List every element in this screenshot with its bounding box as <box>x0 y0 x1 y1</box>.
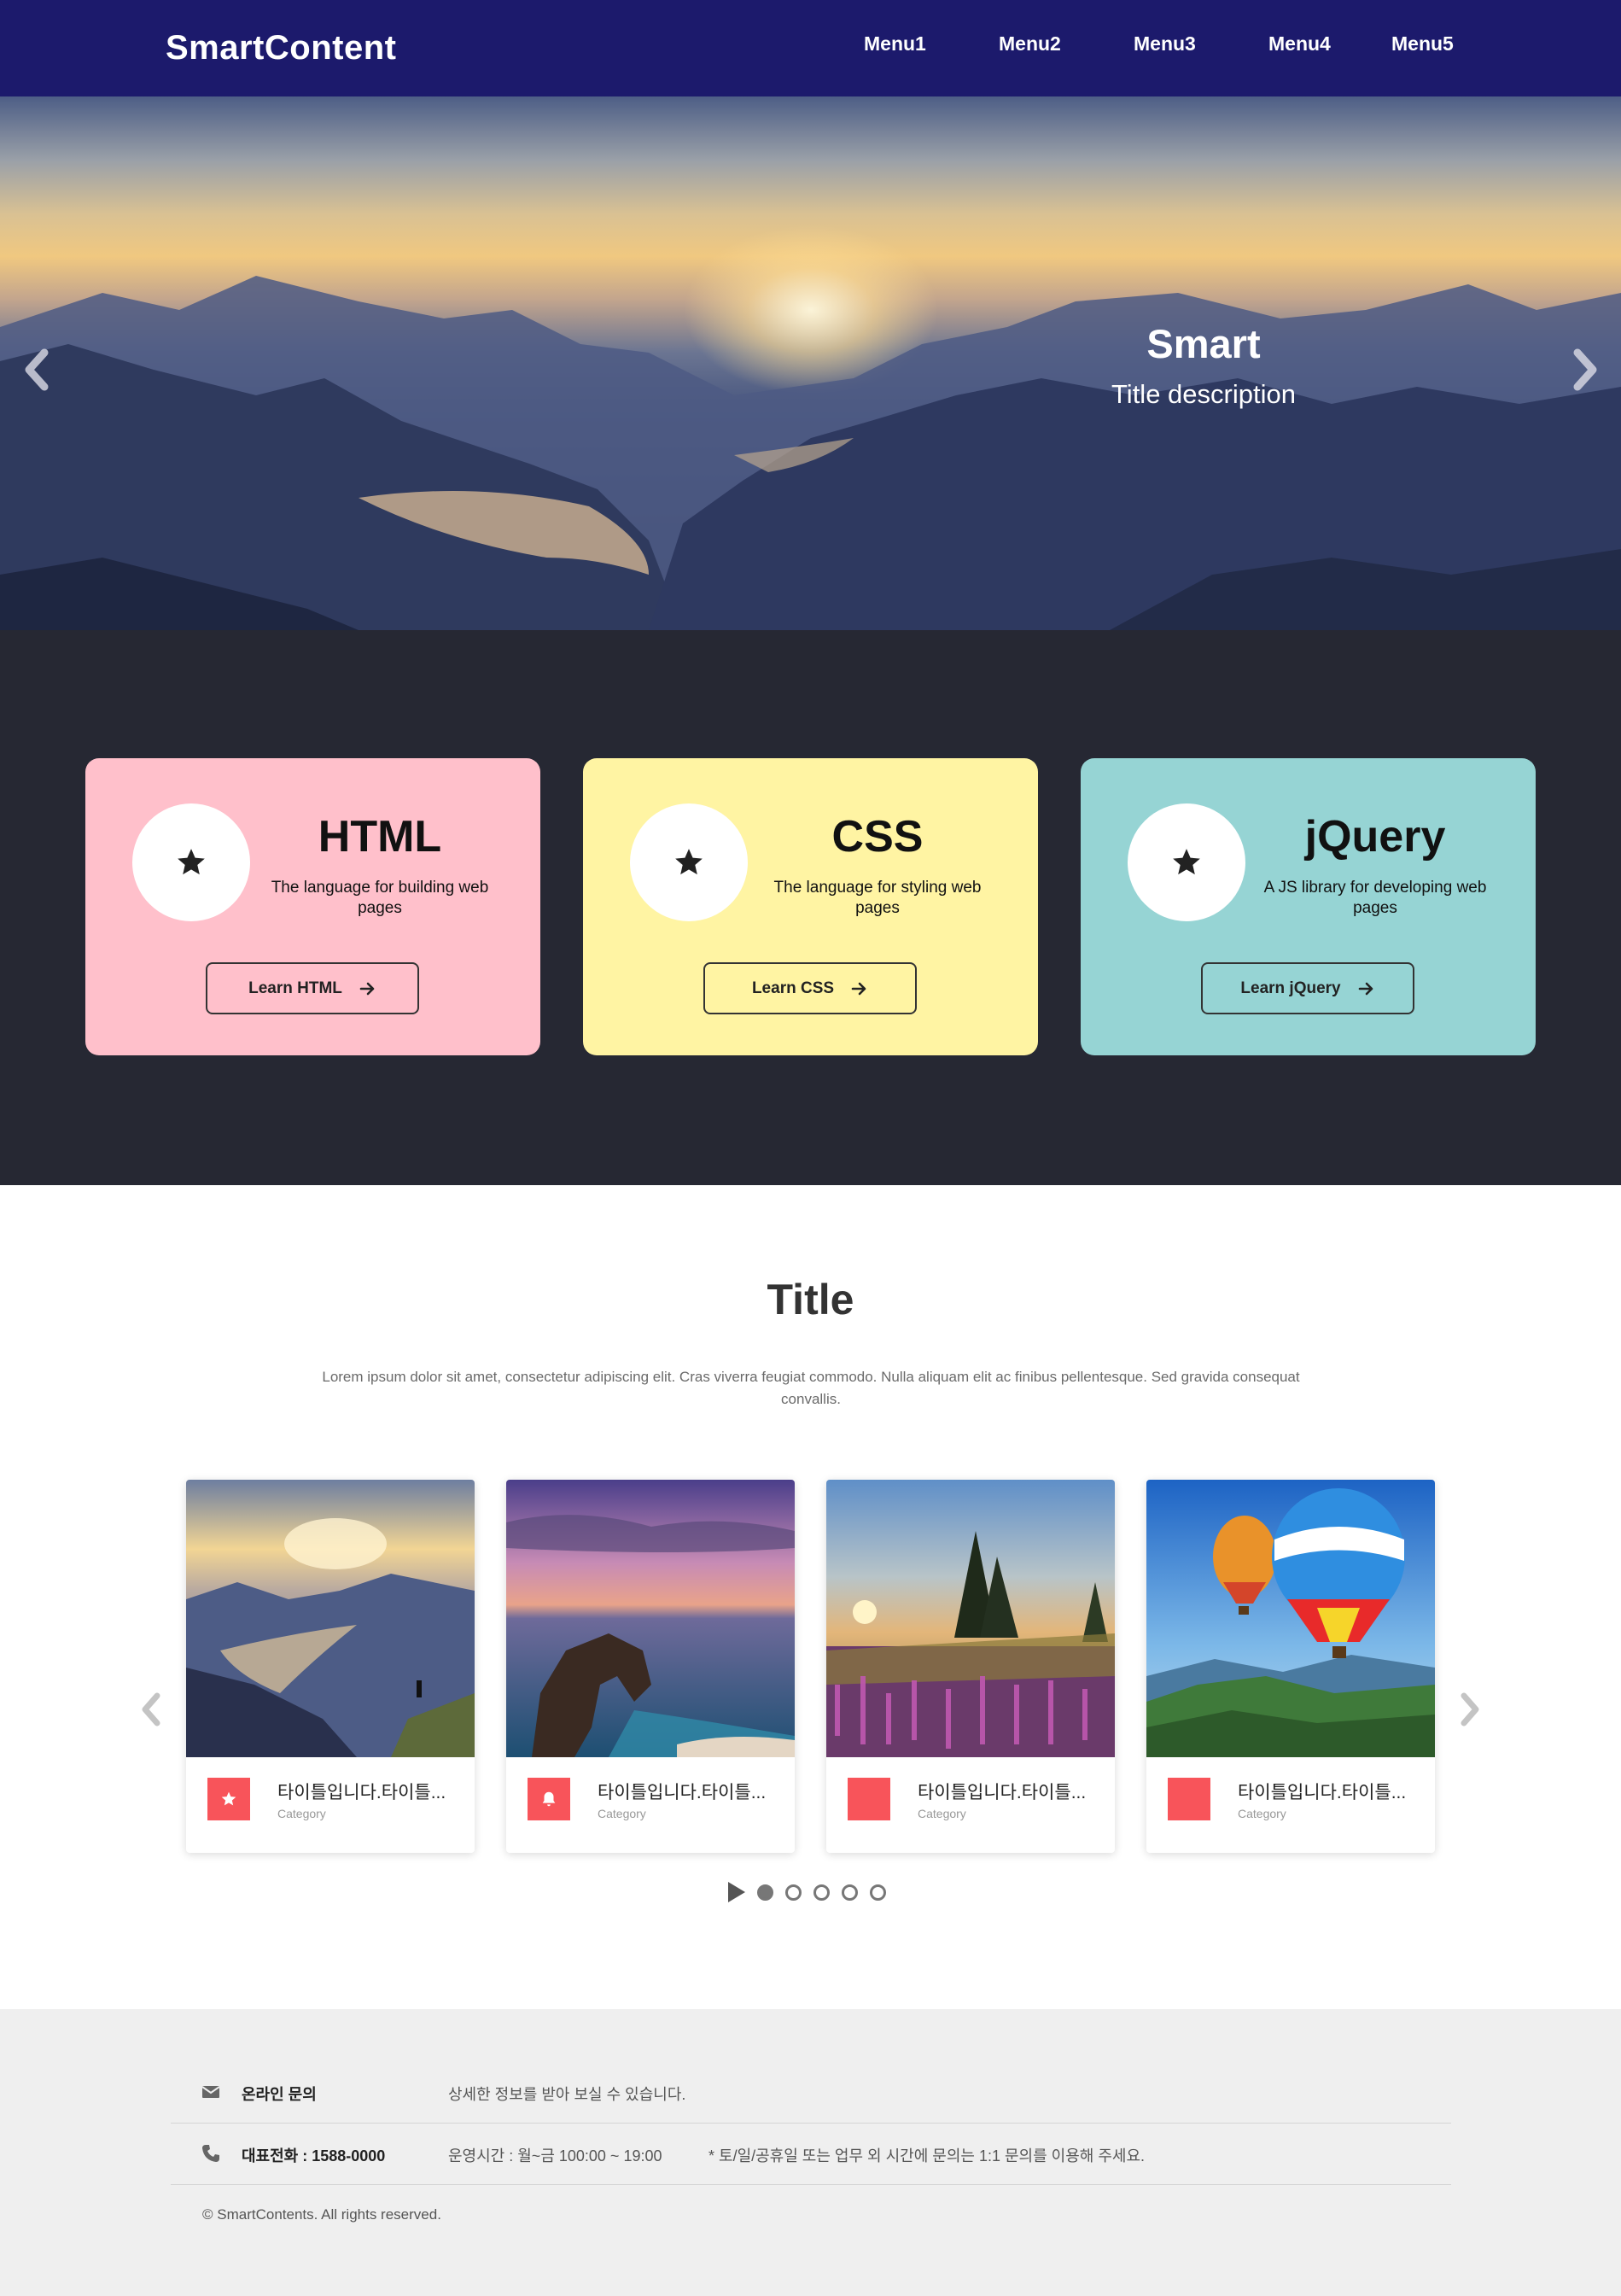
card-icon-circle <box>132 803 250 921</box>
footer-inquiry-label[interactable]: 온라인 문의 <box>242 2083 317 2105</box>
card-description: The language for styling web pages <box>773 879 982 917</box>
footer-inquiry-row: 온라인 문의 상세한 정보를 받아 보실 수 있습니다. <box>171 2061 1451 2123</box>
footer-phone-row: 대표전화 : 1588-0000 운영시간 : 월~금 100:00 ~ 19:… <box>171 2123 1451 2184</box>
button-label: Learn CSS <box>751 979 835 997</box>
gallery-badge <box>1168 1778 1210 1820</box>
card-title: jQuery <box>1304 812 1446 862</box>
gallery-dot-3[interactable] <box>813 1884 830 1901</box>
gallery-card[interactable]: 타이틀입니다.타이틀... Category <box>506 1480 795 1853</box>
learn-jquery-button[interactable]: Learn jQuery <box>1201 962 1414 1014</box>
star-icon <box>1173 849 1200 875</box>
gallery-image-sea-arch <box>506 1480 795 1757</box>
footer-inquiry-text: 상세한 정보를 받아 보실 수 있습니다. <box>448 2086 686 2103</box>
gallery-card-category: Category <box>1238 1807 1286 1820</box>
gallery-dot-5[interactable] <box>870 1884 886 1901</box>
learn-html-button[interactable]: Learn HTML <box>206 962 419 1014</box>
copyright: © SmartContents. All rights reserved. <box>202 2206 441 2223</box>
nav-menu-4[interactable]: Menu4 <box>1268 32 1331 56</box>
play-icon[interactable] <box>728 1882 745 1902</box>
gallery-dot-1[interactable] <box>757 1884 773 1901</box>
gallery-next-arrow-icon[interactable] <box>1455 1691 1484 1728</box>
section-title: Title <box>767 1276 854 1323</box>
gallery-dot-4[interactable] <box>842 1884 858 1901</box>
card-jquery: jQuery A JS library for developing web p… <box>1081 758 1536 1055</box>
main-nav: Menu1 Menu2 Menu3 Menu4 Menu5 <box>0 32 1621 61</box>
gallery-badge <box>207 1778 250 1820</box>
learn-css-button[interactable]: Learn CSS <box>703 962 917 1014</box>
button-label: Learn HTML <box>248 979 342 997</box>
hero-next-arrow-icon[interactable] <box>1569 344 1603 395</box>
gallery-image-flower-field <box>826 1480 1115 1757</box>
card-css: CSS The language for styling web pages L… <box>583 758 1038 1055</box>
hero-slider: Smart Title description <box>0 96 1621 630</box>
gallery-card-category: Category <box>277 1807 326 1820</box>
envelope-icon <box>201 2086 220 2098</box>
arrow-right-icon <box>1358 982 1373 995</box>
section-description: Lorem ipsum dolor sit amet, consectetur … <box>322 1369 1300 1407</box>
gallery-image-hot-air-balloons <box>1146 1480 1435 1757</box>
gallery-badge <box>528 1778 570 1820</box>
card-title: HTML <box>318 812 442 862</box>
nav-menu-2[interactable]: Menu2 <box>999 32 1061 56</box>
gallery-pagination <box>728 1882 886 1902</box>
nav-menu-1[interactable]: Menu1 <box>864 32 926 56</box>
hero-description: Title description <box>1111 379 1296 409</box>
footer-divider <box>171 2184 1451 2185</box>
footer-hours-note: * 토/일/공휴일 또는 업무 외 시간에 문의는 1:1 문의를 이용해 주세… <box>708 2147 1146 2165</box>
site-header: SmartContent Menu1 Menu2 Menu3 Menu4 Men… <box>0 0 1621 96</box>
phone-icon <box>202 2145 219 2162</box>
hero-prev-arrow-icon[interactable] <box>19 344 53 395</box>
gallery-card-title: 타이틀입니다.타이틀... <box>277 1783 446 1802</box>
footer-phone-label: 대표전화 : 1588-0000 <box>242 2147 386 2165</box>
arrow-right-icon <box>359 982 375 995</box>
card-description: A JS library for developing web pages <box>1263 879 1487 917</box>
gallery-card[interactable]: 타이틀입니다.타이틀... Category <box>826 1480 1115 1853</box>
card-icon-circle <box>630 803 748 921</box>
gallery-card-title: 타이틀입니다.타이틀... <box>1238 1783 1407 1802</box>
bell-icon <box>542 1791 556 1807</box>
gallery-dot-2[interactable] <box>785 1884 802 1901</box>
card-icon-circle <box>1128 803 1245 921</box>
gallery-card-title: 타이틀입니다.타이틀... <box>918 1783 1087 1802</box>
star-icon <box>675 849 703 875</box>
card-html: HTML The language for building web pages… <box>85 758 540 1055</box>
gallery-prev-arrow-icon[interactable] <box>137 1691 166 1728</box>
gallery-badge <box>848 1778 890 1820</box>
gallery-card-category: Category <box>598 1807 646 1820</box>
card-description: The language for building web pages <box>271 879 489 917</box>
gallery-card[interactable]: 타이틀입니다.타이틀... Category <box>186 1480 475 1853</box>
arrow-right-icon <box>851 982 866 995</box>
star-icon <box>221 1791 236 1806</box>
gallery-card-title: 타이틀입니다.타이틀... <box>598 1783 767 1802</box>
gallery-card[interactable]: 타이틀입니다.타이틀... Category <box>1146 1480 1435 1853</box>
nav-menu-5[interactable]: Menu5 <box>1391 32 1454 56</box>
card-title: CSS <box>831 812 924 862</box>
button-label: Learn jQuery <box>1240 979 1341 997</box>
footer-hours-text: 운영시간 : 월~금 100:00 ~ 19:00 <box>448 2147 662 2165</box>
nav-menu-3[interactable]: Menu3 <box>1134 32 1196 56</box>
star-icon <box>178 849 205 875</box>
hero-landscape-image <box>0 276 1621 630</box>
gallery-image-mountain-lake <box>186 1480 475 1757</box>
gallery-card-category: Category <box>918 1807 966 1820</box>
hero-title: Smart <box>1146 321 1261 366</box>
